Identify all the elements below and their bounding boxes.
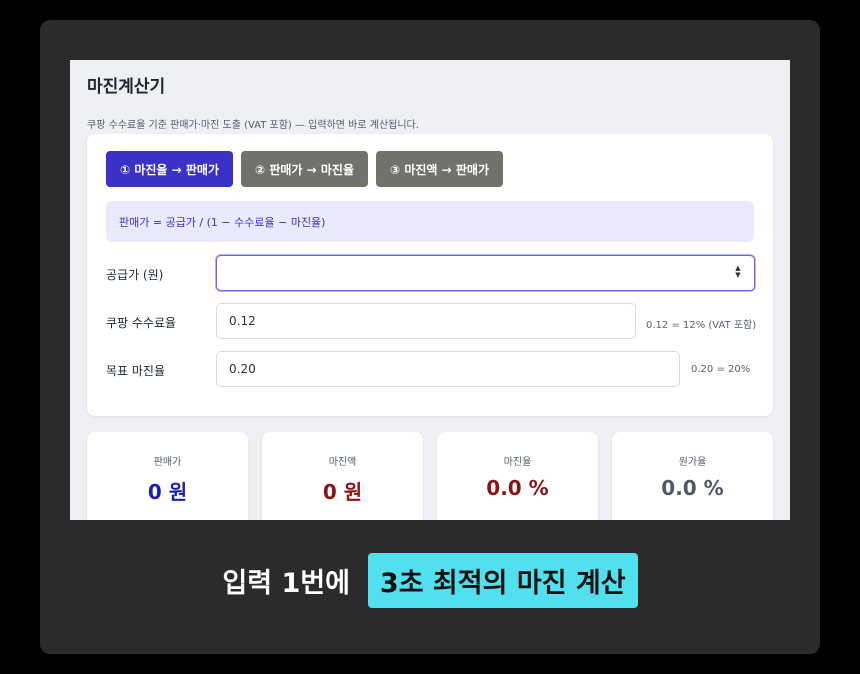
result-label: 판매가 bbox=[153, 457, 182, 468]
result-value: 0.0 % bbox=[661, 476, 724, 500]
result-value: 0 원 bbox=[147, 480, 188, 504]
target-margin-label: 목표 마진율 bbox=[106, 364, 166, 378]
caption-text: 입력 1번에 bbox=[222, 567, 350, 599]
formula-banner: 판매가 = 공급가 / (1 − 수수료율 − 마진율) bbox=[106, 201, 754, 242]
result-card-margin-rate: 마진율 0.0 % bbox=[437, 432, 598, 520]
commission-input[interactable] bbox=[216, 303, 636, 339]
target-margin-input[interactable] bbox=[216, 351, 680, 387]
commission-hint: 0.12 = 12% (VAT 포함) bbox=[646, 320, 757, 331]
result-label: 원가율 bbox=[678, 457, 707, 468]
page-subtitle: 쿠팡 수수료율 기준 판매가·마진 도출 (VAT 포함) — 입력하면 바로 … bbox=[87, 120, 419, 131]
supply-price-input[interactable] bbox=[216, 255, 755, 291]
result-card-price: 판매가 0 원 bbox=[87, 432, 248, 520]
result-card-cost-rate: 원가율 0.0 % bbox=[612, 432, 773, 520]
app-screen: 마진계산기 쿠팡 수수료율 기준 판매가·마진 도출 (VAT 포함) — 입력… bbox=[70, 60, 790, 520]
caption-highlight-text: 3초 최적의 마진 계산 bbox=[367, 552, 638, 608]
promo-frame: 마진계산기 쿠팡 수수료율 기준 판매가·마진 도출 (VAT 포함) — 입력… bbox=[40, 20, 820, 654]
result-card-margin-amount: 마진액 0 원 bbox=[262, 432, 423, 520]
tab-price-to-margin-rate[interactable]: ② 판매가 → 마진율 bbox=[241, 151, 368, 187]
mode-tabs: ① 마진율 → 판매가 ② 판매가 → 마진율 ③ 마진액 → 판매가 bbox=[106, 151, 503, 187]
result-label: 마진액 bbox=[328, 457, 357, 468]
stepper-arrows-icon[interactable]: ▲ ▼ bbox=[731, 264, 745, 280]
tab-margin-rate-to-price[interactable]: ① 마진율 → 판매가 bbox=[106, 151, 233, 187]
result-value: 0 원 bbox=[322, 480, 363, 504]
target-margin-hint: 0.20 = 20% bbox=[691, 364, 751, 375]
page-title: 마진계산기 bbox=[87, 77, 166, 97]
supply-price-label: 공급가 (원) bbox=[106, 268, 164, 282]
promo-caption: 입력 1번에 3초 최적의 마진 계산 bbox=[40, 547, 820, 613]
result-value: 0.0 % bbox=[486, 476, 549, 500]
tab-margin-amount-to-price[interactable]: ③ 마진액 → 판매가 bbox=[376, 151, 503, 187]
commission-label: 쿠팡 수수료율 bbox=[106, 316, 177, 330]
calculator-card: ① 마진율 → 판매가 ② 판매가 → 마진율 ③ 마진액 → 판매가 판매가 … bbox=[87, 134, 773, 416]
result-label: 마진율 bbox=[503, 457, 532, 468]
